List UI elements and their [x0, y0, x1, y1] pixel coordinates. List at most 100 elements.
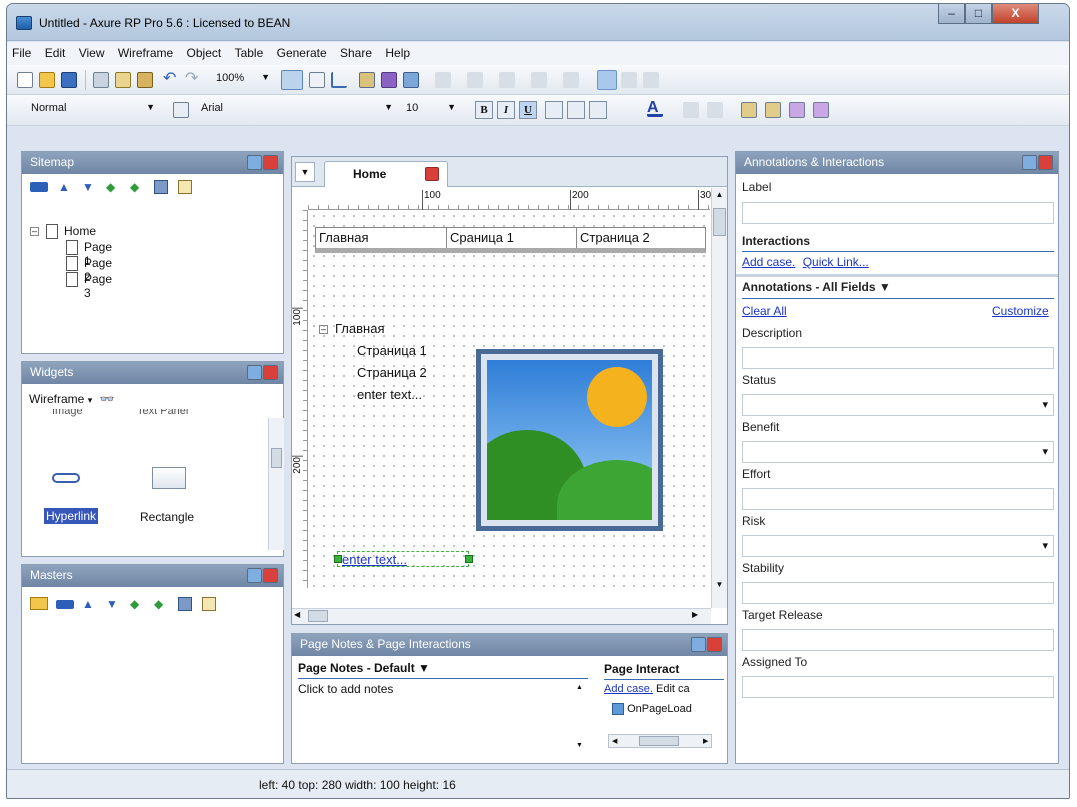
target-release-field[interactable]	[742, 629, 1054, 651]
move-up-icon[interactable]: ▲	[58, 180, 70, 194]
new-icon[interactable]	[17, 72, 33, 88]
nav-item-main[interactable]: Главная	[316, 228, 447, 248]
customize-link[interactable]: Customize	[992, 304, 1049, 318]
scroll-left-button[interactable]: ◀	[294, 610, 300, 619]
panel-close-icon[interactable]	[263, 365, 278, 380]
page-interactions-header[interactable]: Page Interact	[604, 662, 724, 680]
risk-dropdown[interactable]	[742, 535, 1054, 557]
annotation-fields-heading[interactable]: Annotations - All Fields ▼	[742, 280, 1054, 299]
move-down-icon[interactable]: ▼	[82, 180, 94, 194]
panel-restore-icon[interactable]	[247, 365, 262, 380]
stability-field[interactable]	[742, 582, 1054, 604]
line-width-icon[interactable]	[499, 72, 515, 88]
scroll-thumb[interactable]	[713, 208, 726, 236]
page-notes-textarea[interactable]: Click to add notes	[298, 682, 578, 758]
add-folder-icon[interactable]	[30, 597, 48, 610]
panel-restore-icon[interactable]	[247, 155, 262, 170]
page-edit-link[interactable]: Edit ca	[656, 683, 690, 695]
scroll-thumb[interactable]	[271, 448, 282, 468]
add-master-icon[interactable]	[56, 600, 74, 609]
bring-front-icon[interactable]	[359, 72, 375, 88]
widget-hyperlink[interactable]: Hyperlink	[44, 508, 99, 524]
add-page-icon[interactable]	[30, 182, 48, 192]
align-right-button[interactable]	[589, 101, 607, 119]
title-bar[interactable]: Untitled - Axure RP Pro 5.6 : Licensed t…	[7, 4, 1069, 41]
find-icon[interactable]: 👓	[100, 392, 115, 406]
image-placeholder[interactable]	[476, 349, 663, 531]
font-combo[interactable]: Arial ▼	[197, 100, 397, 120]
sitemap-item-home[interactable]: – Home	[30, 224, 96, 240]
page-notes-section-header[interactable]: Page Notes - Default ▼	[298, 661, 588, 679]
canvas-horizontal-scrollbar[interactable]: ◀ ▶	[292, 608, 711, 624]
nav-item-page-2[interactable]: Страница 2	[577, 228, 707, 248]
selected-hyperlink[interactable]: enter text...	[334, 551, 473, 567]
fill-color-icon[interactable]	[435, 72, 451, 88]
line-style-icon[interactable]	[531, 72, 547, 88]
arrow-style-icon[interactable]	[563, 72, 579, 88]
selection-handle[interactable]	[334, 555, 342, 563]
assigned-to-field[interactable]	[742, 676, 1054, 698]
panel-close-icon[interactable]	[707, 637, 722, 652]
widget-library-select[interactable]: Wireframe ▾ 👓	[29, 392, 115, 406]
space-icon[interactable]	[643, 72, 659, 88]
indent-icon[interactable]: ◆	[106, 180, 115, 194]
align-icon[interactable]	[597, 70, 617, 90]
menu-file[interactable]: File	[7, 42, 36, 64]
panel-restore-icon[interactable]	[1022, 155, 1037, 170]
collapse-icon[interactable]: –	[30, 227, 39, 236]
connector-select-icon[interactable]	[309, 72, 325, 88]
effort-field[interactable]	[742, 488, 1054, 510]
tree-root-item[interactable]: – Главная	[319, 321, 427, 343]
close-tab-icon[interactable]	[425, 167, 439, 181]
move-down-icon[interactable]: ▼	[106, 597, 118, 611]
close-button[interactable]: X	[992, 4, 1039, 24]
scroll-up-button[interactable]: ▲	[576, 684, 583, 691]
save-icon[interactable]	[61, 72, 77, 88]
scroll-thumb[interactable]	[308, 610, 328, 622]
outdent-icon[interactable]: ◆	[130, 180, 139, 194]
font-size-combo[interactable]: 10 ▼	[402, 100, 460, 120]
panel-close-icon[interactable]	[1038, 155, 1053, 170]
redo-icon[interactable]: ↷	[185, 71, 201, 88]
order-forward-icon[interactable]	[765, 102, 781, 118]
maximize-button[interactable]: □	[965, 4, 992, 24]
text-color-icon[interactable]: A	[647, 100, 663, 117]
pointer-select-icon[interactable]	[281, 70, 303, 90]
clear-all-link[interactable]: Clear All	[742, 304, 787, 318]
scroll-left-button[interactable]: ◀	[612, 737, 617, 745]
italic-button[interactable]: I	[497, 101, 515, 119]
minimize-button[interactable]: –	[938, 4, 965, 24]
table-merge-icon[interactable]	[707, 102, 723, 118]
cut-icon[interactable]	[93, 72, 109, 88]
order-back-icon[interactable]	[813, 102, 829, 118]
rename-page-icon[interactable]	[178, 180, 192, 194]
align-center-button[interactable]	[567, 101, 585, 119]
menu-object[interactable]: Object	[182, 42, 227, 64]
menu-wireframe[interactable]: Wireframe	[113, 42, 178, 64]
tree-item[interactable]: enter text...	[357, 387, 427, 409]
distribute-icon[interactable]	[621, 72, 637, 88]
collapse-icon[interactable]: –	[319, 325, 328, 334]
scroll-thumb[interactable]	[639, 736, 679, 746]
undo-icon[interactable]: ↶	[163, 71, 179, 88]
order-front-icon[interactable]	[741, 102, 757, 118]
notes-scrollbar[interactable]: ▲ ▼	[574, 682, 590, 756]
tree-item[interactable]: Страница 1	[357, 343, 427, 365]
canvas-vertical-scrollbar[interactable]: ▲ ▼	[711, 188, 727, 608]
menu-share[interactable]: Share	[335, 42, 377, 64]
order-backward-icon[interactable]	[789, 102, 805, 118]
delete-page-icon[interactable]	[154, 180, 168, 194]
panel-restore-icon[interactable]	[247, 568, 262, 583]
table-icon[interactable]	[683, 102, 699, 118]
status-dropdown[interactable]	[742, 394, 1054, 416]
interactions-scrollbar-h[interactable]: ◀ ▶	[608, 734, 712, 748]
tab-home[interactable]: Home	[324, 161, 448, 187]
hyperlink-widget-icon[interactable]	[52, 473, 80, 483]
benefit-dropdown[interactable]	[742, 441, 1054, 463]
page-add-case-link[interactable]: Add case.	[604, 683, 653, 695]
rectangle-widget-icon[interactable]	[152, 467, 186, 489]
outdent-icon[interactable]: ◆	[154, 597, 163, 611]
panel-close-icon[interactable]	[263, 155, 278, 170]
style-combo[interactable]: Normal ▼	[27, 100, 159, 120]
menu-help[interactable]: Help	[380, 42, 415, 64]
